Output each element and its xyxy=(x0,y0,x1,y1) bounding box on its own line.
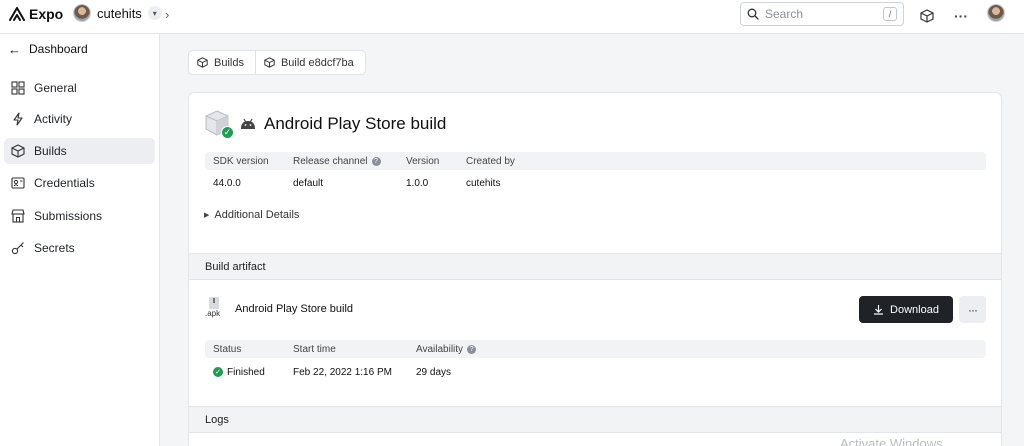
sdk-version-value: 44.0.0 xyxy=(213,177,241,189)
artifact-meta-table: Status Start time Availability ? ✓ Finis… xyxy=(205,340,986,386)
cube-icon xyxy=(11,144,25,158)
breadcrumb-build-id[interactable]: Build e8dcf7ba xyxy=(254,51,365,74)
breadcrumb-builds[interactable]: Builds xyxy=(189,51,255,74)
download-button[interactable]: Download xyxy=(859,296,953,323)
artifact-name: Android Play Store build xyxy=(235,303,354,315)
header-label: Availability xyxy=(416,343,464,355)
build-meta-table: SDK version Release channel ? Version Cr… xyxy=(205,152,986,196)
search-icon xyxy=(747,8,759,20)
lightning-icon xyxy=(13,112,23,126)
sidebar-item-activity[interactable]: Activity xyxy=(4,106,155,132)
sidebar-item-general[interactable]: General xyxy=(4,75,155,101)
build-artifact-header: Build artifact xyxy=(189,253,1001,280)
artifact-row: .apk Android Play Store build xyxy=(205,297,353,321)
back-label: Dashboard xyxy=(29,42,88,56)
caret-right-icon: ▶ xyxy=(204,212,210,219)
breadcrumb: Builds Build e8dcf7ba xyxy=(188,50,366,75)
sidebar-item-label: Builds xyxy=(34,144,67,158)
sidebar-item-builds[interactable]: Builds xyxy=(4,138,155,164)
more-menu-icon[interactable]: ··· xyxy=(950,5,972,27)
sidebar-item-secrets[interactable]: Secrets xyxy=(4,235,155,261)
chevron-down-icon[interactable]: ▾ xyxy=(147,6,162,20)
top-bar: Expo cutehits ▾ › Search / ··· xyxy=(0,0,1024,34)
header-availability: Availability ? xyxy=(408,344,528,355)
account-avatar xyxy=(73,4,91,22)
apk-extension-label: .apk xyxy=(205,309,221,318)
account-switcher[interactable]: cutehits ▾ xyxy=(73,4,162,22)
cube-icon xyxy=(264,57,275,68)
activate-windows-watermark: Activate Windows xyxy=(840,436,943,446)
user-avatar[interactable] xyxy=(987,4,1005,22)
breadcrumb-label: Builds xyxy=(214,56,244,69)
header-version: Version xyxy=(406,155,440,167)
sidebar-item-label: Secrets xyxy=(34,241,75,255)
expo-logo-icon xyxy=(9,7,25,21)
apk-file-icon: .apk xyxy=(205,297,225,321)
header-status: Status xyxy=(213,343,242,355)
search-shortcut-key: / xyxy=(883,7,897,21)
check-icon: ✓ xyxy=(221,126,234,139)
table-header: SDK version Release channel ? Version Cr… xyxy=(205,152,986,170)
table-row: 44.0.0 default 1.0.0 cutehits xyxy=(205,170,986,196)
chevron-right-icon[interactable]: › xyxy=(165,7,169,22)
header-created-by: Created by xyxy=(466,155,515,167)
android-icon xyxy=(241,118,255,129)
docs-icon[interactable] xyxy=(916,5,938,27)
breadcrumb-label: Build e8dcf7ba xyxy=(280,56,354,69)
search-box[interactable]: Search / xyxy=(740,2,904,26)
additional-details-toggle[interactable]: ▶ Additional Details xyxy=(204,209,299,221)
artifact-more-button[interactable]: ··· xyxy=(959,296,986,323)
additional-details-label: Additional Details xyxy=(214,209,300,221)
sidebar-item-label: Credentials xyxy=(34,176,95,190)
back-to-dashboard-link[interactable]: ← Dashboard xyxy=(8,40,88,58)
logo-text: Expo xyxy=(29,6,64,22)
sidebar-item-label: Activity xyxy=(34,112,73,126)
header-release-channel: Release channel ? xyxy=(285,156,398,167)
build-card: ✓ Android Play Store build SDK version R… xyxy=(188,92,1002,446)
key-icon xyxy=(11,242,24,255)
download-label: Download xyxy=(890,303,939,316)
build-header: ✓ Android Play Store build xyxy=(204,109,446,139)
search-input[interactable]: Search xyxy=(765,7,877,21)
table-header: Status Start time Availability ? xyxy=(205,340,986,358)
page-title: Android Play Store build xyxy=(264,114,447,133)
start-time-value: Feb 22, 2022 1:16 PM xyxy=(293,366,392,378)
arrow-left-icon: ← xyxy=(8,41,21,57)
help-icon[interactable]: ? xyxy=(371,156,381,166)
header-sdk-version: SDK version xyxy=(213,155,269,167)
header-label: Release channel xyxy=(293,155,368,167)
grid-icon xyxy=(11,81,25,95)
sidebar-item-credentials[interactable]: Credentials xyxy=(4,170,155,196)
status-text: Finished xyxy=(227,366,265,378)
sidebar-item-label: Submissions xyxy=(34,209,103,223)
account-name: cutehits xyxy=(97,5,142,21)
build-status-icon: ✓ xyxy=(204,109,234,139)
sidebar-item-submissions[interactable]: Submissions xyxy=(4,203,155,229)
expo-logo[interactable]: Expo xyxy=(9,6,63,22)
download-icon xyxy=(874,305,884,315)
status-value: ✓ Finished xyxy=(205,367,285,378)
availability-value: 29 days xyxy=(416,366,452,378)
id-card-icon xyxy=(11,177,25,189)
sidebar: ← Dashboard General Activity Builds Cred… xyxy=(0,34,160,446)
created-by-value: cutehits xyxy=(466,177,501,189)
release-channel-value: default xyxy=(293,177,324,189)
header-start-time: Start time xyxy=(293,343,336,355)
help-icon[interactable]: ? xyxy=(467,344,477,354)
check-circle-icon: ✓ xyxy=(213,367,223,377)
sidebar-item-label: General xyxy=(34,81,77,95)
logs-header: Logs xyxy=(189,406,1001,433)
version-value: 1.0.0 xyxy=(406,177,429,189)
table-row: ✓ Finished Feb 22, 2022 1:16 PM 29 days xyxy=(205,358,986,386)
cube-icon xyxy=(197,57,208,68)
store-icon xyxy=(11,209,25,223)
